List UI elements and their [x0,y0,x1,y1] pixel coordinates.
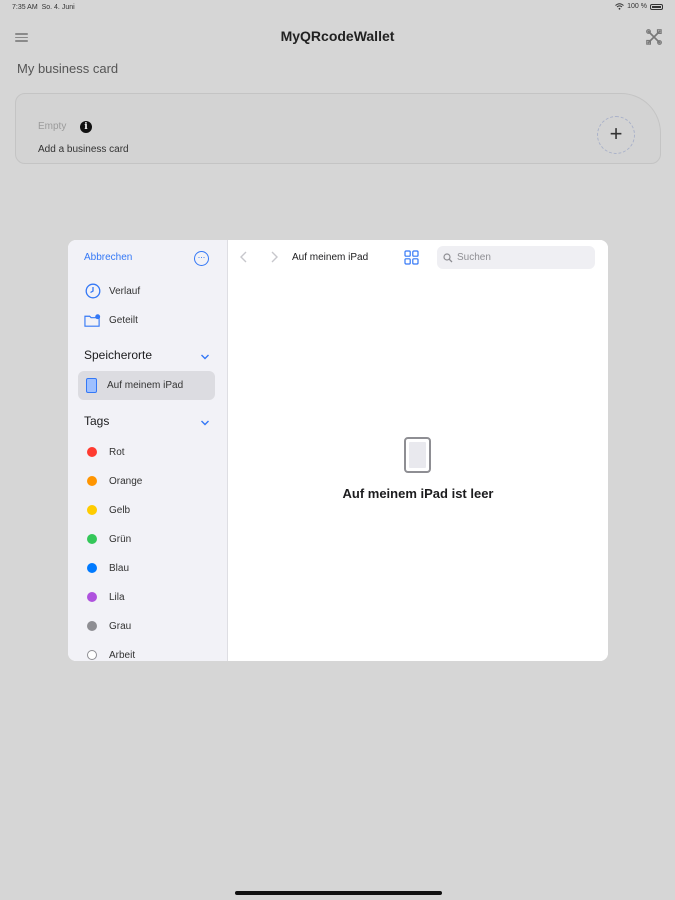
status-time: 7:35 AM So. 4. Juni [12,4,75,11]
tag-dot-icon [87,505,97,515]
tools-icon[interactable] [646,29,662,45]
search-field[interactable] [437,246,595,269]
tag-label: Orange [109,475,143,487]
battery-percent: 100 % [627,3,647,10]
empty-label: Empty [38,121,67,132]
tag-blue[interactable]: Blau [87,560,129,576]
wifi-icon [615,3,624,10]
sidebar-item-recent[interactable]: Verlauf [84,281,140,301]
file-picker-dialog: Abbrechen ... Verlauf Geteilt Speicheror… [68,240,608,661]
app-title: MyQRcodeWallet [280,28,395,44]
search-input[interactable] [457,252,587,263]
tag-red[interactable]: Rot [87,444,125,460]
app-header: MyQRcodeWallet [0,24,675,50]
chevron-down-icon[interactable] [200,352,210,362]
sidebar-item-shared[interactable]: Geteilt [84,310,138,330]
add-card-button[interactable]: + [597,116,635,154]
info-icon[interactable]: i [80,121,92,133]
ipad-icon [86,378,97,393]
status-date: So. 4. Juni [41,4,75,11]
tag-yellow[interactable]: Gelb [87,502,130,518]
tag-label: Lila [109,591,125,603]
business-card-slot[interactable]: Empty i Add a business card + [15,93,661,164]
chevron-right-icon[interactable] [268,249,280,265]
tag-purple[interactable]: Lila [87,589,125,605]
home-indicator[interactable] [235,891,442,895]
path-title: Auf meinem iPad [292,252,369,263]
search-icon [443,252,453,262]
picker-sidebar: Abbrechen ... Verlauf Geteilt Speicheror… [68,240,228,661]
sidebar-item-label: Verlauf [109,285,141,297]
tag-orange[interactable]: Orange [87,473,142,489]
ellipsis-circle-icon[interactable]: ... [194,251,209,266]
tag-dot-icon [87,563,97,573]
ipad-icon [404,437,431,473]
tag-dot-icon [87,650,97,660]
add-card-label: Add a business card [38,144,129,155]
tag-dot-icon [87,476,97,486]
status-bar: 7:35 AM So. 4. Juni 100 % [0,0,675,16]
tags-header: Tags [84,414,110,428]
sidebar-item-on-my-ipad[interactable]: Auf meinem iPad [78,371,215,400]
sidebar-item-label: Geteilt [109,314,138,326]
cancel-button[interactable]: Abbrechen [84,252,132,263]
tag-label: Blau [109,562,130,574]
tag-label: Gelb [109,504,131,516]
tag-label: Rot [109,446,125,458]
tag-label: Grau [109,620,132,632]
tag-dot-icon [87,447,97,457]
sidebar-item-label: Auf meinem iPad [107,380,184,391]
tag-dot-icon [87,534,97,544]
tag-gray[interactable]: Grau [87,618,131,634]
empty-state-message: Auf meinem iPad ist leer [342,486,494,501]
locations-header: Speicherorte [84,348,153,362]
tag-dot-icon [87,621,97,631]
chevron-down-icon[interactable] [200,418,210,428]
status-clock: 7:35 AM [12,4,38,11]
shared-folder-icon [84,312,101,329]
chevron-left-icon[interactable] [238,249,250,265]
tag-label: Arbeit [109,649,136,661]
tag-label: Grün [109,533,132,545]
grid-view-icon[interactable] [404,250,419,265]
battery-icon [650,3,663,10]
tag-work[interactable]: Arbeit [87,647,135,661]
section-title: My business card [17,61,119,76]
status-indicators: 100 % [615,3,663,10]
tag-green[interactable]: Grün [87,531,131,547]
tag-dot-icon [87,592,97,602]
clock-icon [84,283,101,300]
picker-main-pane: Auf meinem iPad Auf meinem iPad ist leer [228,240,608,661]
